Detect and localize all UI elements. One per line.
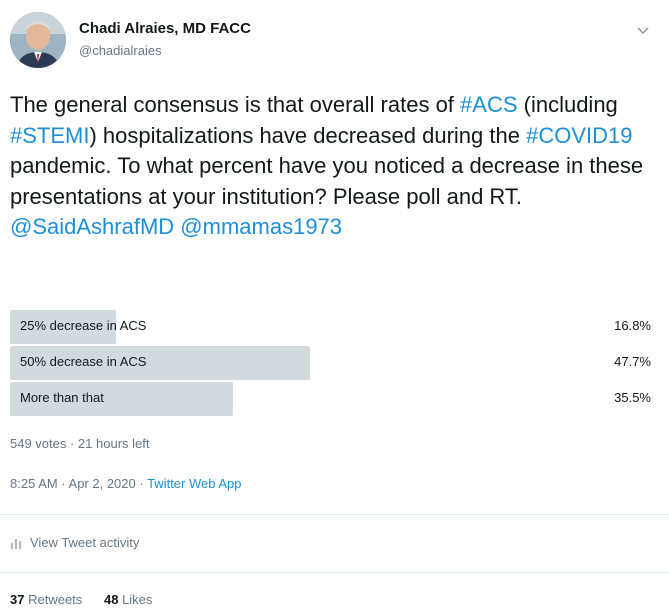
likes-label: Likes xyxy=(122,592,153,607)
poll-meta: 549 votes · 21 hours left xyxy=(10,436,150,451)
hashtag-link[interactable]: #ACS xyxy=(460,92,517,117)
poll: 25% decrease in ACS 16.8% 50% decrease in … xyxy=(10,308,659,416)
tweet-text-segment: ) hospitalizations have decreased during… xyxy=(89,122,527,148)
tweet-stats: 37 Retweets 48 Likes xyxy=(10,592,152,607)
hashtag-link[interactable]: @SaidAshrafMD xyxy=(10,214,174,239)
tweet-text-segment: (including xyxy=(517,92,618,117)
avatar-photo xyxy=(10,12,66,68)
source-app-link[interactable]: Twitter Web App xyxy=(147,476,241,491)
likes-count: 48 xyxy=(103,592,119,607)
likes-stat[interactable]: 48 Likes xyxy=(104,592,152,607)
retweets-label: Retweets xyxy=(28,592,83,607)
divider xyxy=(0,572,669,573)
poll-option-label: 50% decrease in ACS xyxy=(20,354,147,369)
hashtag-link[interactable]: #COVID19 xyxy=(526,123,632,148)
chevron-down-icon[interactable] xyxy=(635,22,651,38)
poll-option: More than that 35.5% xyxy=(10,380,659,416)
tweet-text: The general consensus is that overall ra… xyxy=(10,90,665,243)
activity-label: View Tweet activity xyxy=(30,535,140,550)
hashtag-link[interactable]: #STEMI xyxy=(10,123,89,148)
user-handle[interactable]: @chadialraies xyxy=(79,43,162,58)
timestamp-time[interactable]: 8:25 AM · Apr 2, 2020 · xyxy=(10,476,147,491)
hashtag-link[interactable]: @mmamas1973 xyxy=(180,214,342,239)
poll-option-percent: 16.8% xyxy=(614,318,651,333)
avatar[interactable] xyxy=(10,12,66,68)
bar-chart-icon xyxy=(11,538,21,549)
tweet-text-segment: pandemic. To what percent have you notic… xyxy=(10,153,644,209)
poll-option: 50% decrease in ACS 47.7% xyxy=(10,344,659,380)
poll-option-label: More than that xyxy=(20,390,104,405)
retweets-stat[interactable]: 37 Retweets xyxy=(10,592,82,607)
view-tweet-activity[interactable]: View Tweet activity xyxy=(10,535,139,550)
display-name[interactable]: Chadi Alraies, MD FACC xyxy=(79,20,251,37)
poll-option-percent: 47.7% xyxy=(614,354,651,369)
poll-option-label: 25% decrease in ACS xyxy=(20,318,147,333)
tweet-text-segment: The general consensus is that overall ra… xyxy=(10,92,461,117)
tweet-header: Chadi Alraies, MD FACC @chadialraies xyxy=(10,12,659,76)
tweet-timestamp: 8:25 AM · Apr 2, 2020 · Twitter Web App xyxy=(10,476,242,491)
divider xyxy=(0,514,669,515)
poll-option: 25% decrease in ACS 16.8% xyxy=(10,308,659,344)
poll-option-percent: 35.5% xyxy=(614,390,651,405)
retweets-count: 37 xyxy=(10,592,25,607)
